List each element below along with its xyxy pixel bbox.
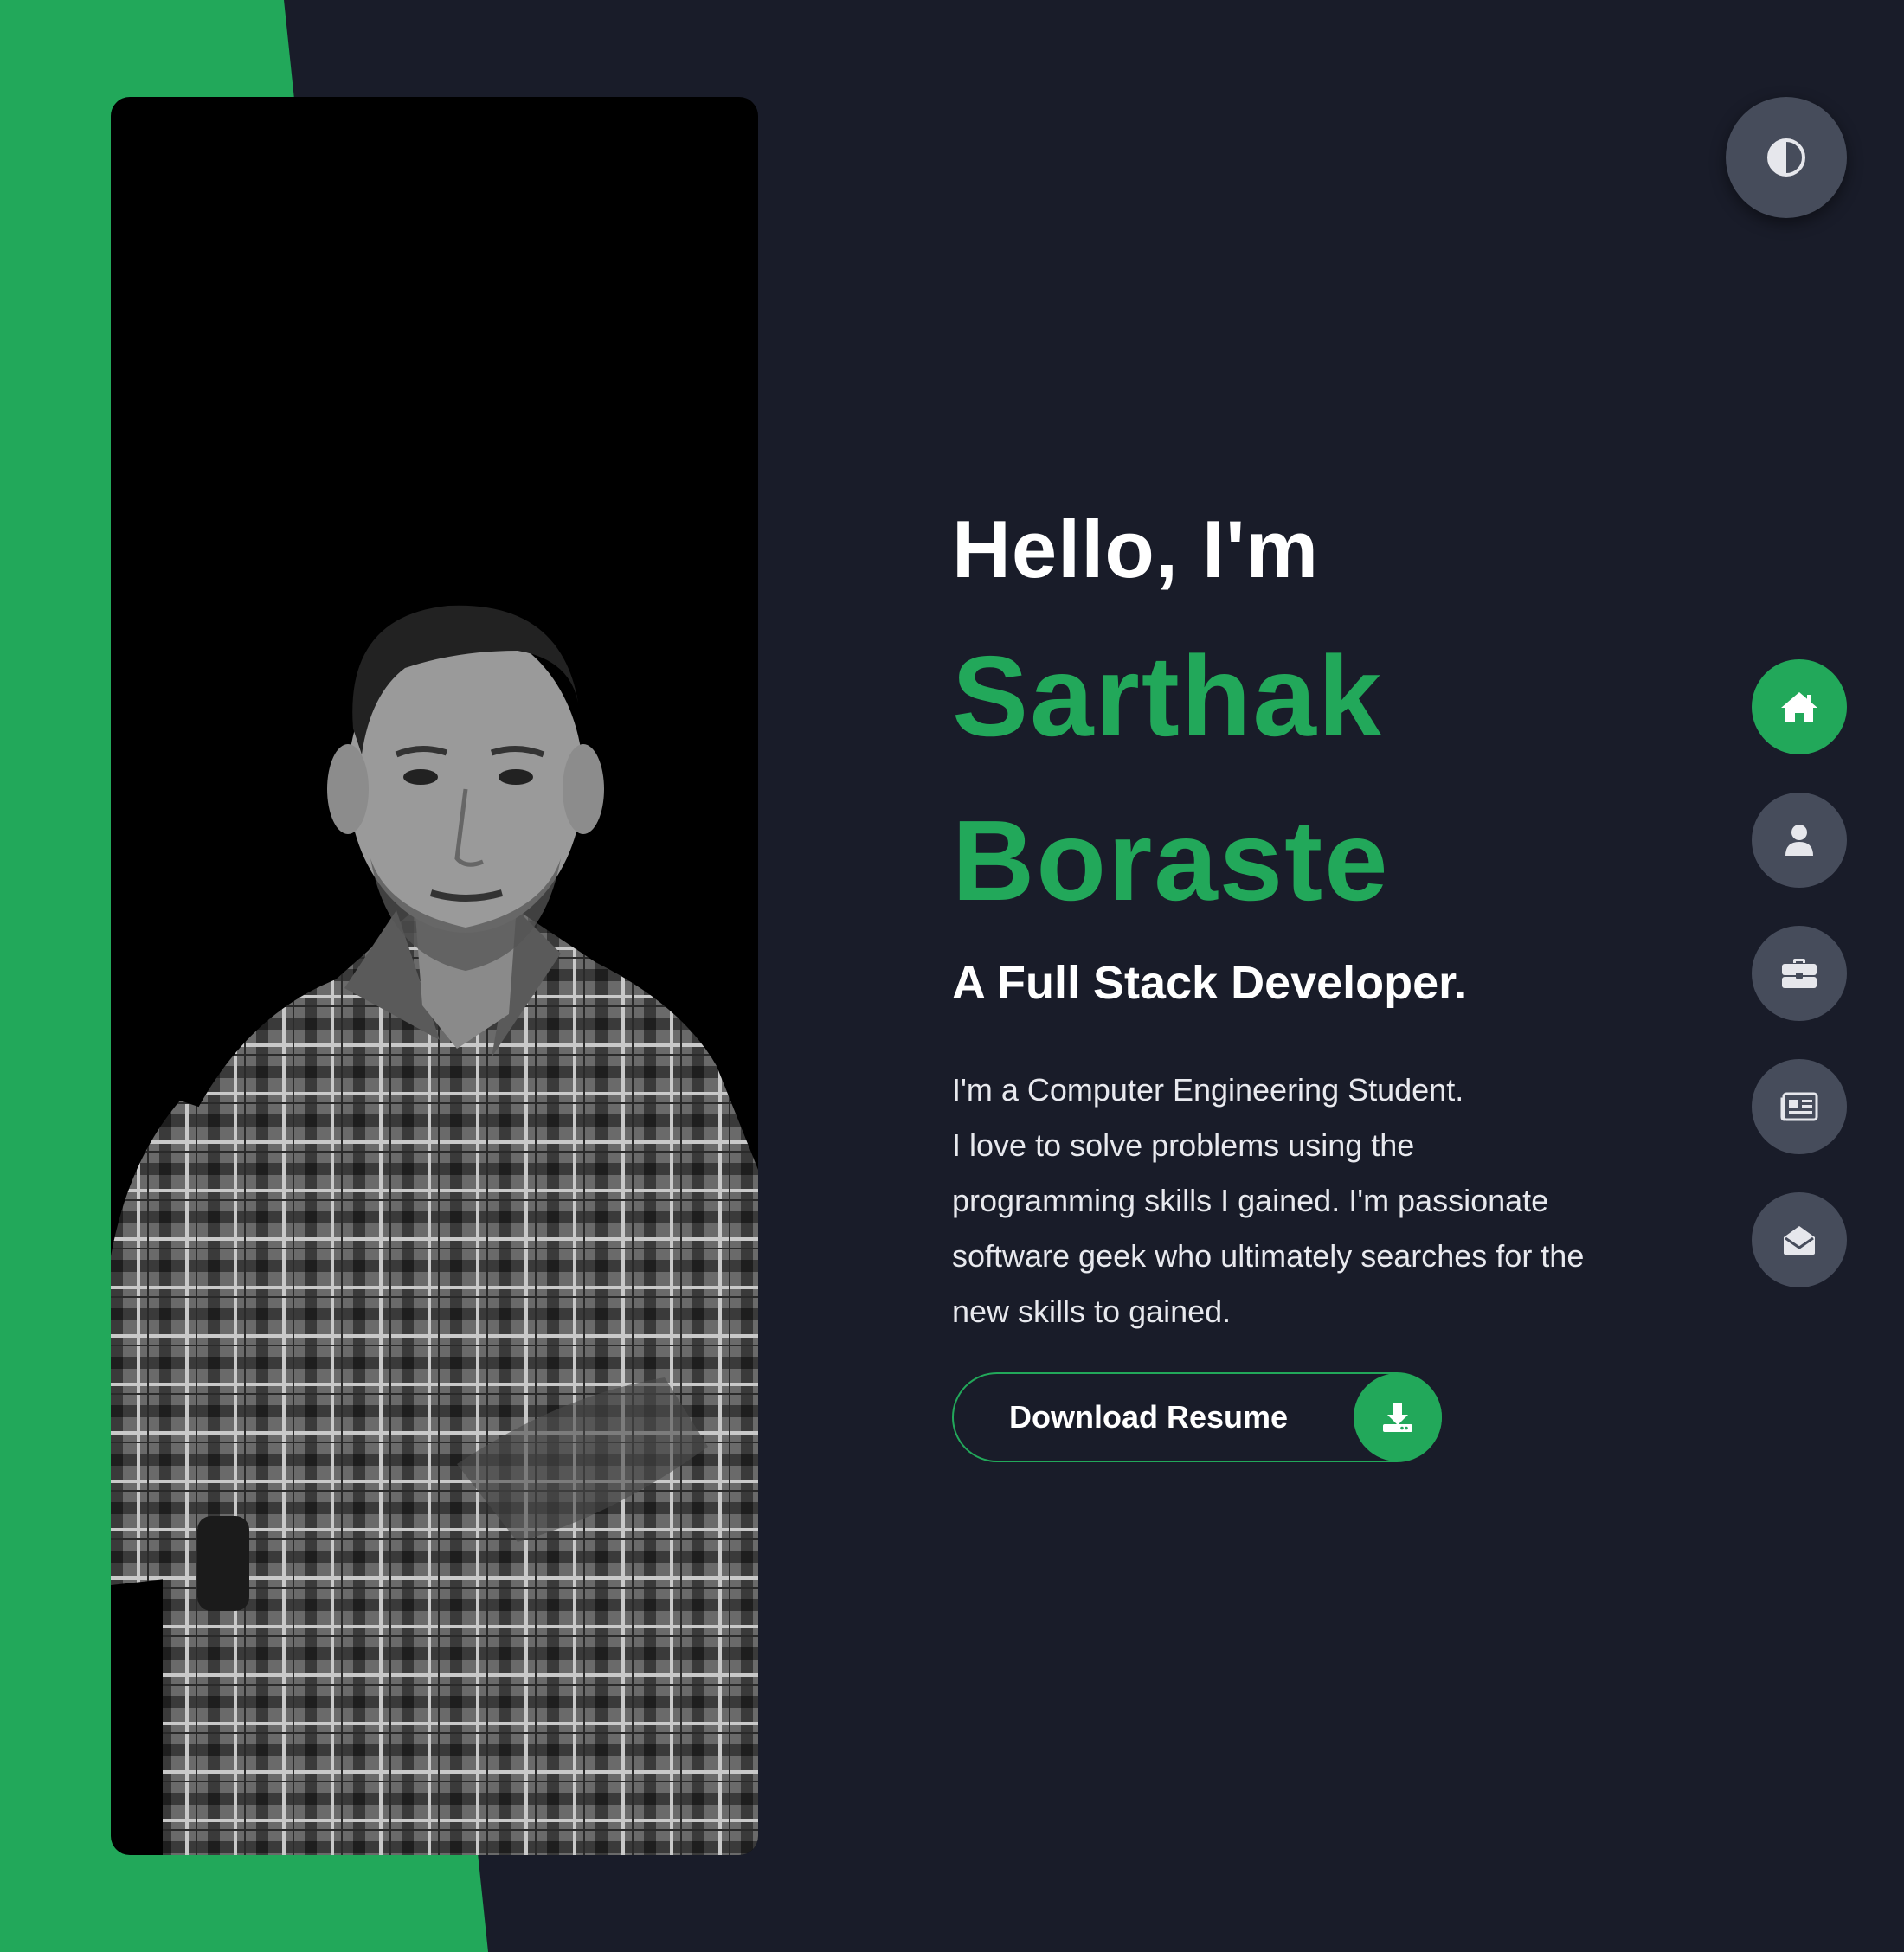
bio-line: I love to solve problems using the bbox=[952, 1127, 1415, 1163]
download-icon-circle bbox=[1354, 1373, 1442, 1461]
nav-home-button[interactable] bbox=[1752, 659, 1847, 754]
profile-photo bbox=[111, 97, 758, 1855]
contrast-icon bbox=[1767, 138, 1805, 177]
last-name: Boraste bbox=[952, 797, 1390, 924]
download-resume-button[interactable]: Download Resume bbox=[952, 1372, 1442, 1462]
bio-line: software geek who ultimately searches fo… bbox=[952, 1238, 1585, 1274]
bio-line: programming skills I gained. I'm passion… bbox=[952, 1183, 1549, 1218]
theme-toggle-button[interactable] bbox=[1726, 97, 1847, 218]
download-icon bbox=[1383, 1403, 1412, 1432]
first-name: Sarthak bbox=[952, 632, 1384, 760]
envelope-open-icon bbox=[1784, 1226, 1815, 1255]
side-navigation bbox=[1752, 659, 1847, 1287]
home-icon bbox=[1781, 692, 1817, 722]
bio-line: new skills to gained. bbox=[952, 1294, 1232, 1329]
hero-section: Hello, I'm Sarthak Boraste A Full Stack … bbox=[952, 485, 1696, 1339]
download-resume-label: Download Resume bbox=[1009, 1399, 1289, 1435]
nav-blog-button[interactable] bbox=[1752, 1059, 1847, 1154]
nav-about-button[interactable] bbox=[1752, 793, 1847, 888]
nav-portfolio-button[interactable] bbox=[1752, 926, 1847, 1021]
greeting-heading: Hello, I'm bbox=[952, 504, 1320, 594]
bio-paragraph: I'm a Computer Engineering Student. I lo… bbox=[952, 1063, 1679, 1339]
user-icon bbox=[1785, 825, 1813, 856]
profile-photo-illustration bbox=[111, 605, 758, 1855]
role-title: A Full Stack Developer. bbox=[952, 957, 1468, 1009]
nav-contact-button[interactable] bbox=[1752, 1192, 1847, 1287]
newspaper-icon bbox=[1780, 1092, 1818, 1121]
briefcase-icon bbox=[1782, 959, 1817, 988]
bio-line: I'm a Computer Engineering Student. bbox=[952, 1072, 1464, 1108]
